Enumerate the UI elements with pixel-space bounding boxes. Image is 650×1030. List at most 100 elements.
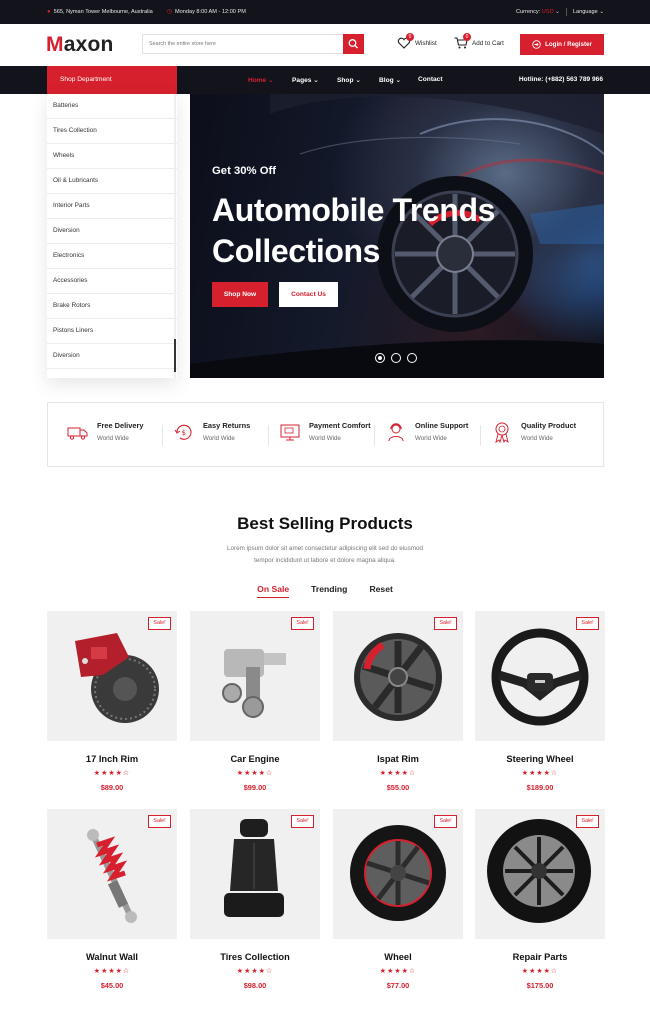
cart-link[interactable]: 0 Add to Cart [454,33,504,49]
product-name[interactable]: 17 Inch Rim [47,754,177,764]
feature-item: $ Easy Returns World Wide [173,421,250,443]
main-nav: Shop Department Home ⌄ Pages ⌄ Shop ⌄ Bl… [0,66,650,94]
feature-title: Quality Product [521,421,577,430]
nav-link-contact[interactable]: Contact [418,76,443,84]
contact-us-button[interactable]: Contact Us [279,282,338,307]
logo-text: axon [63,33,114,56]
search-input[interactable] [143,35,343,53]
rating-stars: ★★★★☆ [236,770,274,777]
nav-link-label: Shop [337,77,354,84]
slider-dot[interactable] [407,353,417,363]
department-item[interactable]: Tires Collection [47,119,177,144]
hero-title-line1: Automobile Trends [212,192,495,228]
language-selector[interactable]: Language ⌄ [573,9,604,15]
product-image[interactable]: Sale! [47,809,177,939]
logo[interactable]: Maxon [46,33,114,57]
nav-link-blog[interactable]: Blog ⌄ [379,76,418,84]
section-title: Best Selling Products [237,514,413,533]
product-card[interactable]: Sale! Car Engine ★★★★☆ $99.00 [190,611,320,792]
feature-subtitle: World Wide [415,435,447,442]
product-image[interactable]: Sale! [333,809,463,939]
department-item[interactable]: Brake Rotors [47,294,177,319]
department-item[interactable]: Accessories [47,269,177,294]
quality-badge-icon [495,422,509,443]
rating-stars: ★★★★☆ [379,770,417,777]
product-card[interactable]: Sale! Steering Wheel ★★★★☆ $189.00 [475,611,605,792]
product-image[interactable]: Sale! [190,809,320,939]
alloy-rim-icon [354,633,442,721]
sale-badge: Sale! [291,617,314,630]
tab-on-sale[interactable]: On Sale [257,584,290,598]
payment-icon [280,424,300,441]
product-image[interactable]: Sale! [333,611,463,741]
product-card[interactable]: Sale! Wheel ★★★★☆ $77.00 [333,809,463,990]
department-item[interactable]: Diversion [47,344,177,369]
sale-badge: Sale! [576,815,599,828]
feature-item: Payment Comfort World Wide [279,421,371,443]
support-icon [388,423,404,442]
top-bar: ● 565, Nyman Tower Melbourne, Australia ◷… [0,0,650,24]
product-tabs: On Sale Trending Reset [0,584,650,598]
address-text: 565, Nyman Tower Melbourne, Australia [53,8,153,15]
slider-dot[interactable] [375,353,385,363]
engine-part-icon [222,649,286,718]
wheel-icon [350,825,446,921]
product-price: $77.00 [386,981,410,990]
product-card[interactable]: Sale! Walnut Wall ★★★★☆ $45.00 [47,809,177,990]
product-name[interactable]: Wheel [333,952,463,962]
department-item[interactable]: Wheels [47,144,177,169]
department-item[interactable]: Pistons Liners [47,319,177,344]
scrollbar-track[interactable] [174,94,176,378]
scrollbar-thumb[interactable] [174,339,176,372]
department-item[interactable]: Interior Parts [47,194,177,219]
product-image[interactable]: Sale! [475,611,605,741]
department-item[interactable]: Batteries [47,94,177,119]
product-image[interactable]: Sale! [190,611,320,741]
currency-selector[interactable]: Currency: USD ⌄ [516,9,560,15]
product-card[interactable]: Sale! 17 Inch Rim ★★★★☆ $89.00 [47,611,177,792]
login-register-button[interactable]: Login / Register [520,34,604,55]
hero-title-line2: Collections [212,233,381,269]
feature-item: Free Delivery World Wide [67,421,143,443]
nav-link-shop[interactable]: Shop ⌄ [337,76,379,84]
product-name[interactable]: Repair Parts [475,952,605,962]
slider-dot[interactable] [391,353,401,363]
login-label: Login / Register [545,41,592,48]
department-item[interactable]: Electronics [47,244,177,269]
cart-count-badge: 0 [463,33,471,41]
product-card[interactable]: Sale! Repair Parts ★★★★☆ $175.00 [475,809,605,990]
currency-label: Currency: [515,9,541,15]
nav-link-pages[interactable]: Pages ⌄ [292,76,337,84]
product-name[interactable]: Ispat Rim [333,754,463,764]
feature-title: Easy Returns [203,421,251,430]
search-button[interactable] [343,34,364,54]
product-image[interactable]: Sale! [475,809,605,939]
tab-trending[interactable]: Trending [311,584,347,598]
rating-stars: ★★★★☆ [93,770,131,777]
product-name[interactable]: Tires Collection [190,952,320,962]
wishlist-link[interactable]: 0 Wishlist [397,33,437,49]
clock-icon: ◷ [166,9,172,15]
product-name[interactable]: Walnut Wall [47,952,177,962]
language-label: Language [572,9,598,15]
tab-reset[interactable]: Reset [369,584,392,598]
department-item[interactable]: Oil & Lubricants [47,169,177,194]
feature-subtitle: World Wide [97,435,129,442]
sale-badge: Sale! [434,617,457,630]
product-image[interactable]: Sale! [47,611,177,741]
search-bar [142,34,364,54]
returns-icon: $ [174,424,192,440]
feature-title: Free Delivery [97,421,144,430]
product-card[interactable]: Sale! Ispat Rim ★★★★☆ $55.00 [333,611,463,792]
product-name[interactable]: Car Engine [190,754,320,764]
product-price: $55.00 [386,783,410,792]
nav-link-home[interactable]: Home ⌄ [248,76,292,84]
nav-links: Home ⌄ Pages ⌄ Shop ⌄ Blog ⌄ Contact [248,76,443,84]
features-bar: Free Delivery World Wide $ Easy Returns Wo… [47,402,604,467]
nav-link-label: Pages [292,77,312,84]
product-card[interactable]: Sale! Tires Collection ★★★★☆ $98.00 [190,809,320,990]
product-name[interactable]: Steering Wheel [475,754,605,764]
department-item[interactable]: Diversion [47,219,177,244]
shop-now-button[interactable]: Shop Now [212,282,268,307]
shop-department-button[interactable]: Shop Department [47,66,177,94]
